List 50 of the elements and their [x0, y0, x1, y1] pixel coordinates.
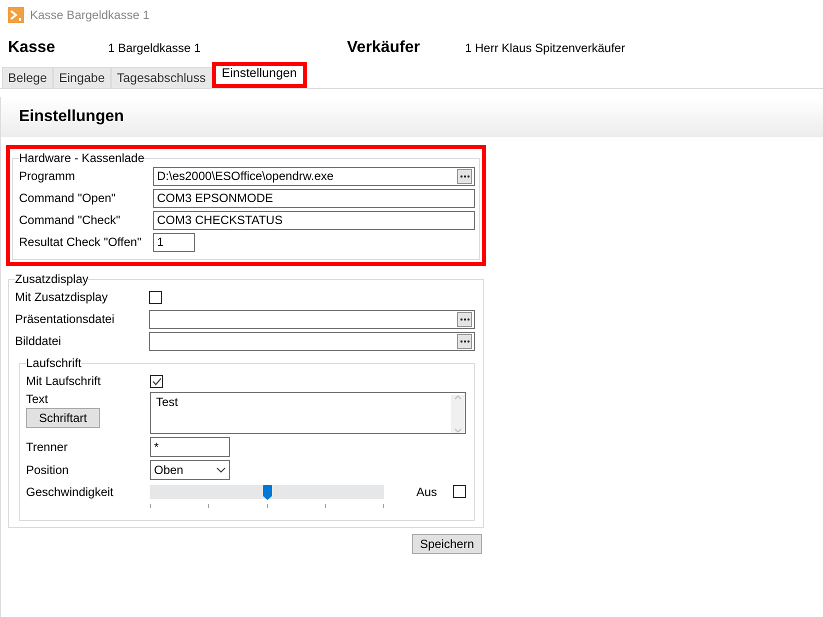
tab[interactable]: Belege — [2, 67, 53, 88]
ellipsis-icon — [460, 318, 470, 320]
browse-button[interactable] — [457, 168, 472, 184]
checkbox[interactable] — [453, 485, 466, 498]
kasse-value: 1 Bargeldkasse 1 — [108, 41, 202, 55]
input-field[interactable]: D:\es2000\ESOffice\opendrw.exe — [153, 166, 475, 186]
field-label: Aus — [416, 485, 437, 499]
input-field[interactable] — [149, 332, 475, 350]
browse-button[interactable] — [457, 312, 472, 326]
tab[interactable]: Tagesabschluss — [110, 67, 212, 88]
input-field[interactable] — [149, 310, 475, 328]
position-dropdown[interactable]: Oben — [150, 460, 230, 480]
speed-slider[interactable] — [150, 485, 384, 499]
window-title: Kasse Bargeldkasse 1 — [30, 8, 150, 22]
checkbox[interactable] — [150, 374, 163, 388]
app-logo-icon — [8, 7, 24, 23]
tab[interactable]: Eingabe — [52, 67, 111, 88]
page-title: Einstellungen — [19, 108, 124, 126]
chevron-icon — [216, 467, 226, 473]
field-label: Command "Open" — [19, 191, 117, 205]
ellipsis-icon — [460, 340, 470, 342]
field-label: Geschwindigkeit — [26, 485, 114, 499]
field-label: Trenner — [26, 440, 69, 454]
input-field[interactable]: COM3 EPSONMODE — [153, 188, 475, 208]
field-label: Position — [26, 463, 70, 477]
group-title: Hardware - Kassenlade — [19, 151, 144, 165]
field-label: Mit Zusatzdisplay — [15, 290, 109, 304]
field-label: Mit Laufschrift — [26, 374, 102, 388]
field-label: Programm — [19, 169, 76, 183]
font-button[interactable]: Schriftart — [26, 408, 100, 428]
group-title: Laufschrift — [26, 356, 82, 370]
tab[interactable]: Einstellungen — [212, 62, 307, 88]
text-area[interactable]: Test — [150, 392, 466, 434]
kasse-label: Kasse — [8, 39, 56, 57]
checkbox[interactable] — [149, 290, 162, 304]
ellipsis-icon — [460, 174, 470, 178]
field-label: Resultat Check "Offen" — [19, 235, 142, 249]
save-button[interactable]: Speichern — [412, 534, 482, 554]
field-label: Command "Check" — [19, 213, 122, 227]
input-field[interactable]: * — [150, 437, 230, 457]
verkaeufer-label: Verkäufer — [347, 39, 421, 57]
input-field[interactable]: 1 — [153, 232, 195, 252]
group-title: Zusatzdisplay — [15, 272, 88, 286]
slider-thumb[interactable] — [263, 485, 272, 500]
field-label: Präsentationsdatei — [15, 312, 116, 326]
browse-button[interactable] — [457, 334, 472, 348]
input-field[interactable]: COM3 CHECKSTATUS — [153, 210, 475, 230]
field-label: Bilddatei — [15, 334, 62, 348]
verkaeufer-value: 1 Herr Klaus Spitzenverkäufer — [465, 41, 626, 55]
field-label: Text — [26, 392, 48, 406]
